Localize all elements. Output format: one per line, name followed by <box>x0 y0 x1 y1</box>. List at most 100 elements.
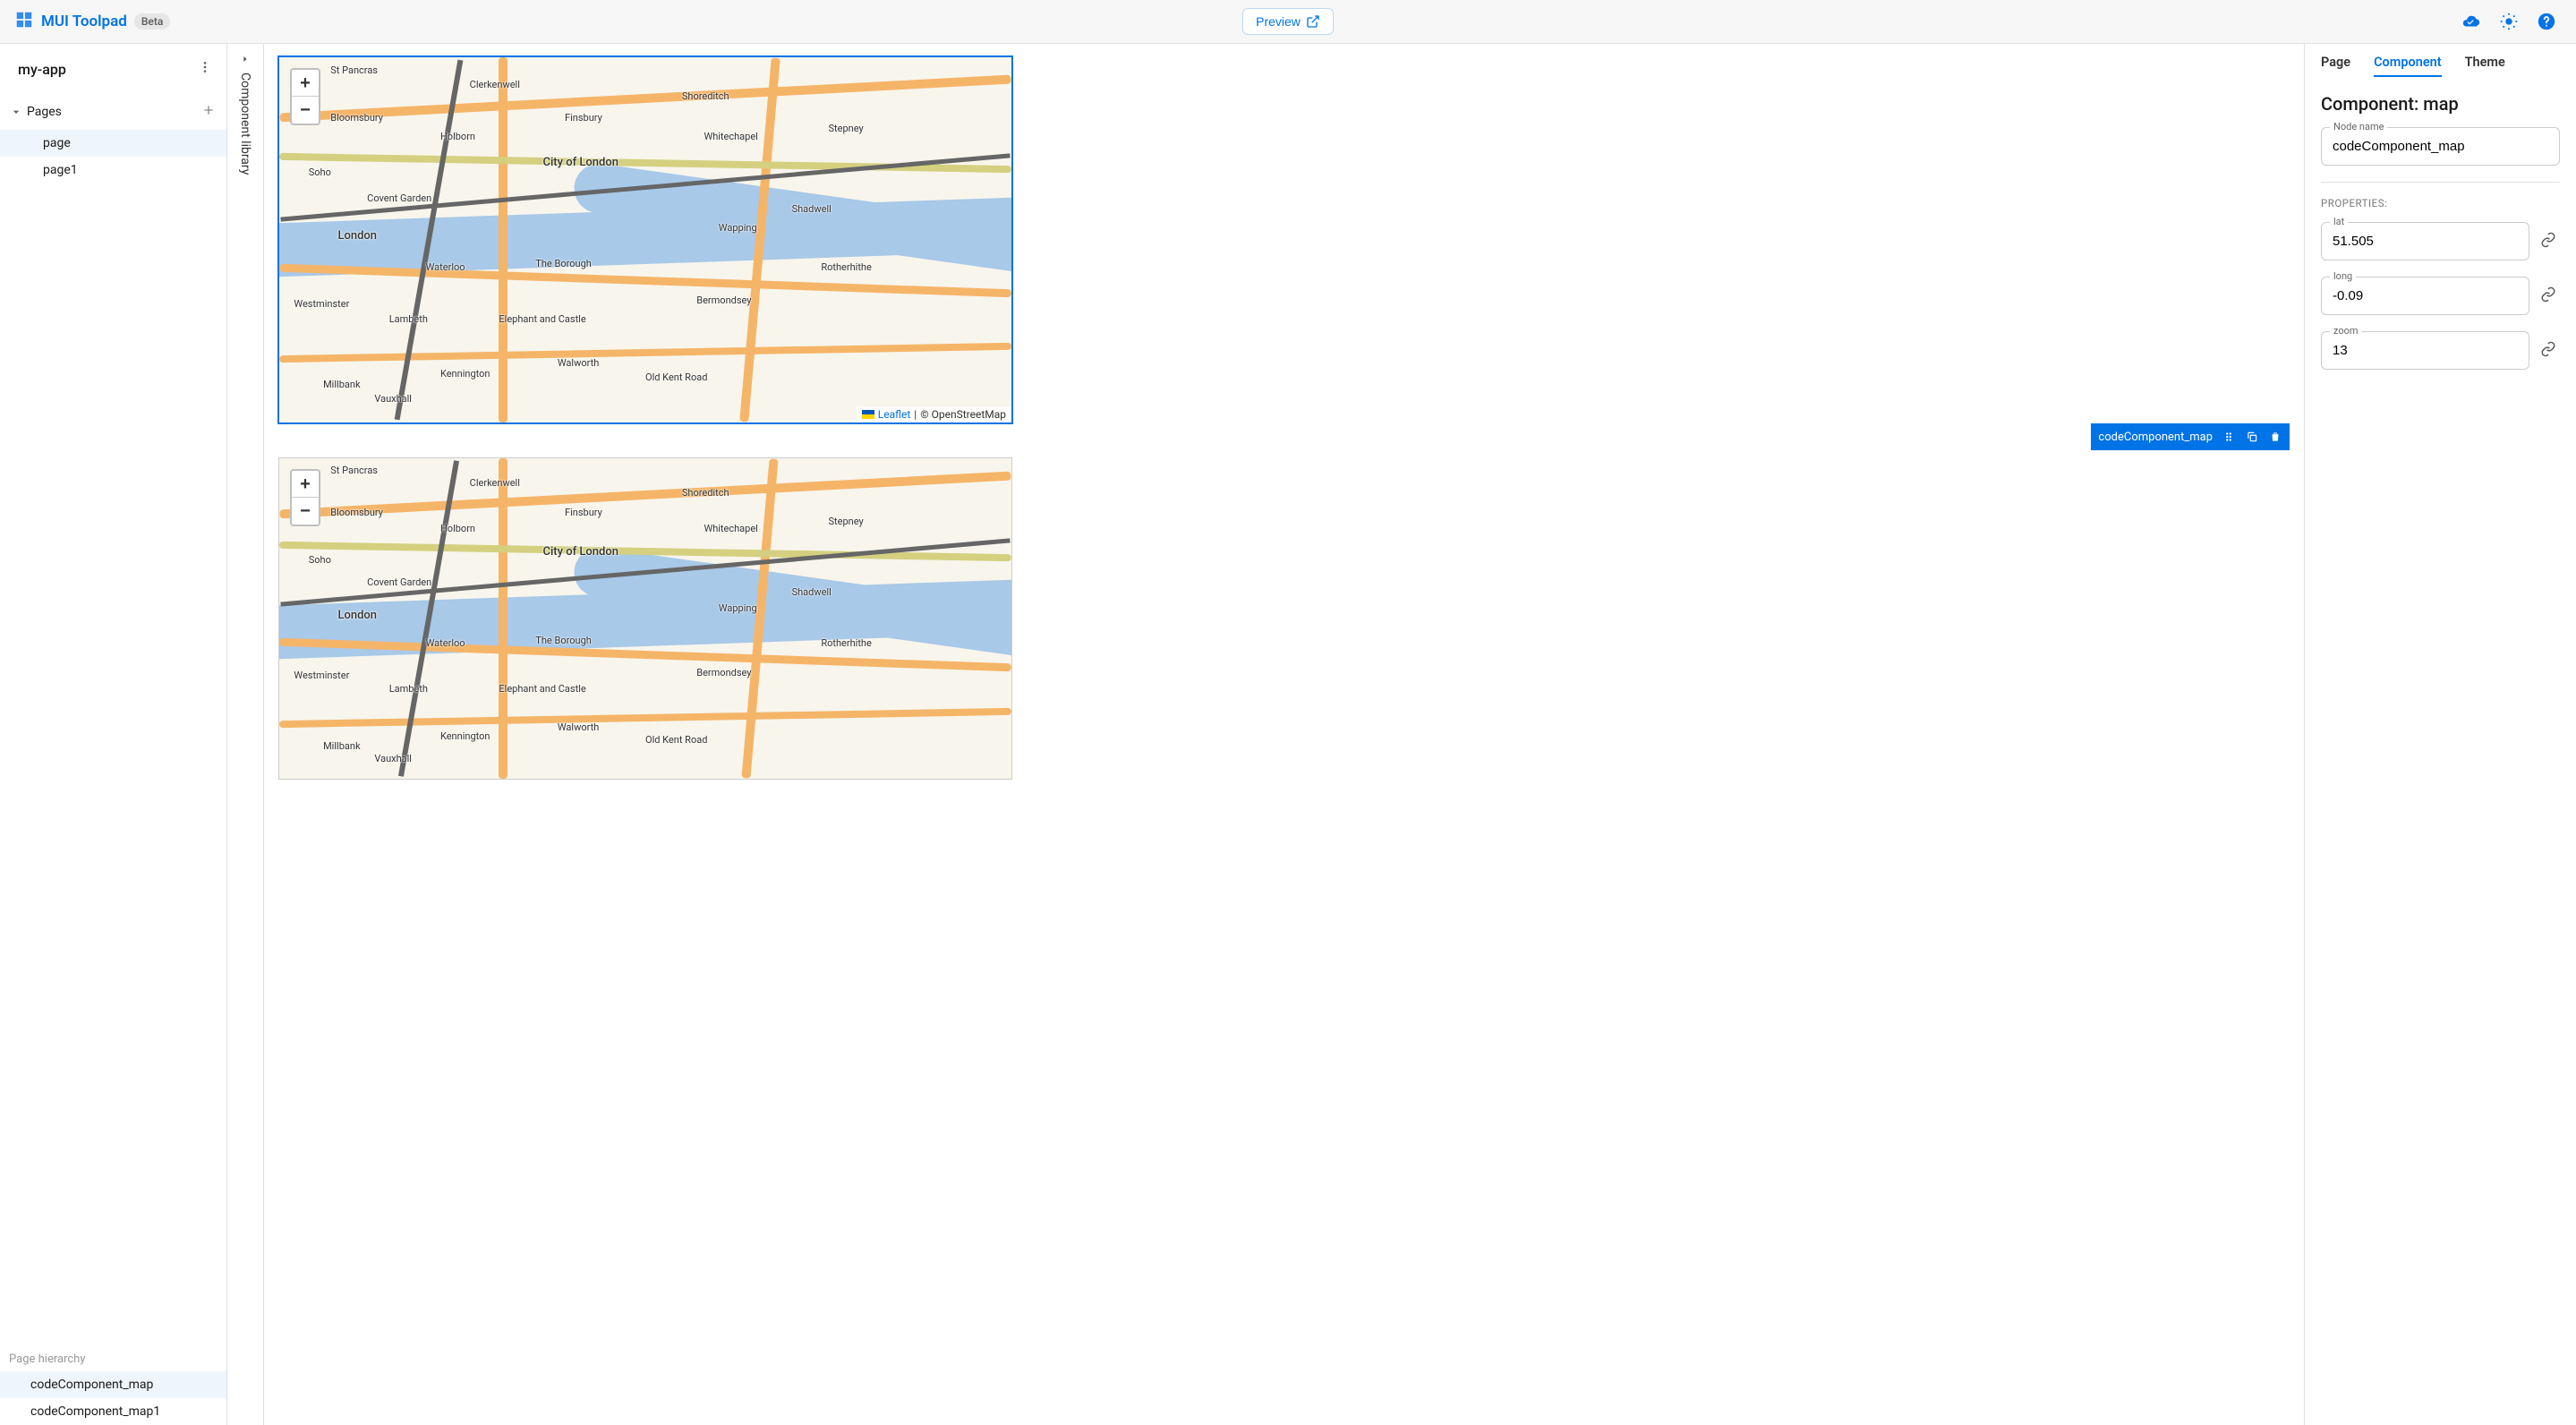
place-label: London <box>337 229 377 243</box>
header-left: MUI Toolpad Beta <box>0 10 864 33</box>
more-vertical-icon <box>198 60 212 74</box>
hierarchy-item-map1[interactable]: codeComponent_map1 <box>0 1398 226 1425</box>
place-label: Covent Garden <box>367 576 431 588</box>
zoom-out-button[interactable]: − <box>292 97 319 124</box>
map-surface[interactable]: St PancrasClerkenwellFinsburyShoreditchB… <box>279 458 1011 779</box>
theme-toggle-button[interactable] <box>2494 6 2524 37</box>
place-label: Westminster <box>294 670 349 681</box>
node-name-input[interactable] <box>2321 127 2560 166</box>
app-name: my-app <box>18 61 66 78</box>
selection-label: codeComponent_map <box>2098 431 2213 444</box>
osm-attribution: © OpenStreetMap <box>920 408 1006 421</box>
place-label: Finsbury <box>565 112 602 124</box>
hierarchy-label: Page hierarchy <box>0 1344 226 1371</box>
place-label: City of London <box>542 156 618 169</box>
pages-section: Pages page page1 <box>0 94 226 1343</box>
leaflet-link[interactable]: Leaflet <box>878 408 910 421</box>
place-label: Millbank <box>323 740 360 752</box>
map-component-wrapper-1: St PancrasClerkenwellFinsburyShoreditchB… <box>278 56 2290 450</box>
hierarchy-item-map[interactable]: codeComponent_map <box>0 1371 226 1398</box>
cloud-sync-button[interactable] <box>2456 6 2486 37</box>
place-label: Walworth <box>558 721 599 733</box>
place-label: Shoreditch <box>682 90 729 102</box>
map-component-2[interactable]: St PancrasClerkenwellFinsburyShoreditchB… <box>278 457 1012 780</box>
node-name-field: Node name <box>2321 127 2560 166</box>
tab-component[interactable]: Component <box>2374 55 2442 77</box>
node-name-label: Node name <box>2330 121 2387 132</box>
trash-icon <box>2269 431 2282 443</box>
beta-badge: Beta <box>134 13 170 30</box>
place-label: Holborn <box>440 131 475 142</box>
place-label: Bloomsbury <box>330 507 383 518</box>
sun-icon <box>2499 12 2519 31</box>
cloud-check-icon <box>2461 12 2481 31</box>
duplicate-button[interactable] <box>2245 430 2259 444</box>
road <box>279 471 1011 518</box>
preview-label: Preview <box>1256 14 1301 29</box>
place-label: Whitechapel <box>704 523 757 534</box>
zoom-in-button[interactable]: + <box>292 471 319 498</box>
place-label: Shadwell <box>792 203 832 215</box>
place-label: Millbank <box>323 379 360 390</box>
place-label: St Pancras <box>330 465 378 476</box>
map-component-selected[interactable]: St PancrasClerkenwellFinsburyShoreditchB… <box>278 56 1012 423</box>
chevron-right-icon <box>241 55 250 64</box>
place-label: Soho <box>309 166 331 178</box>
bind-zoom-button[interactable] <box>2537 337 2560 364</box>
tree-item-page1[interactable]: page1 <box>0 157 226 183</box>
link-icon <box>2540 232 2556 248</box>
road <box>499 57 508 422</box>
link-icon <box>2540 286 2556 303</box>
pages-header[interactable]: Pages <box>0 94 226 130</box>
place-label: London <box>337 609 377 622</box>
expand-rail-button[interactable] <box>241 53 250 67</box>
property-zoom-input[interactable] <box>2321 331 2529 370</box>
app-name-row: my-app <box>0 44 226 94</box>
tree-item-page[interactable]: page <box>0 130 226 157</box>
ukraine-flag-icon <box>862 410 874 419</box>
place-label: Holborn <box>440 523 475 534</box>
add-page-button[interactable] <box>200 101 218 123</box>
hierarchy-section: Page hierarchy codeComponent_map codeCom… <box>0 1343 226 1425</box>
tab-page[interactable]: Page <box>2321 55 2350 77</box>
inspector-tabs: Page Component Theme <box>2321 55 2560 77</box>
component-library-rail: Component library <box>227 44 264 1425</box>
divider <box>2321 182 2560 183</box>
place-label: Whitechapel <box>704 131 757 142</box>
logo-icon <box>14 10 34 33</box>
zoom-controls: + − <box>290 68 320 125</box>
zoom-in-button[interactable]: + <box>292 70 319 97</box>
app-menu-button[interactable] <box>194 56 216 81</box>
node-name-field-wrapper: Node name <box>2321 127 2560 166</box>
property-lat-label: lat <box>2330 216 2348 227</box>
drag-icon <box>2222 431 2235 443</box>
bind-lat-button[interactable] <box>2537 228 2560 255</box>
preview-button[interactable]: Preview <box>1242 8 1334 35</box>
place-label: Rotherhithe <box>821 261 872 273</box>
property-lat-input[interactable] <box>2321 222 2529 260</box>
zoom-controls: + − <box>290 469 320 526</box>
place-label: Bermondsey <box>696 667 751 678</box>
rail-label: Component library <box>238 73 252 175</box>
place-label: Vauxhall <box>374 393 412 405</box>
place-label: Wapping <box>719 222 757 234</box>
place-label: Finsbury <box>565 507 602 518</box>
map-surface[interactable]: St PancrasClerkenwellFinsburyShoreditchB… <box>279 57 1011 422</box>
place-label: Stepney <box>829 516 864 527</box>
place-label: The Borough <box>535 258 592 269</box>
drag-handle[interactable] <box>2222 430 2236 444</box>
app-header: MUI Toolpad Beta Preview <box>0 0 2576 44</box>
delete-button[interactable] <box>2268 430 2282 444</box>
property-lat-field: lat <box>2321 222 2529 260</box>
help-button[interactable] <box>2531 6 2562 37</box>
property-long-wrapper: long <box>2321 277 2560 315</box>
place-label: Covent Garden <box>367 192 431 204</box>
property-long-field: long <box>2321 277 2529 315</box>
tab-theme[interactable]: Theme <box>2465 55 2505 77</box>
canvas[interactable]: St PancrasClerkenwellFinsburyShoreditchB… <box>264 44 2304 1425</box>
zoom-out-button[interactable]: − <box>292 498 319 525</box>
app-body: my-app Pages page page1 Page hierarchy c… <box>0 44 2576 1425</box>
bind-long-button[interactable] <box>2537 283 2560 310</box>
property-long-input[interactable] <box>2321 277 2529 315</box>
map-attribution: Leaflet | © OpenStreetMap <box>857 406 1011 422</box>
